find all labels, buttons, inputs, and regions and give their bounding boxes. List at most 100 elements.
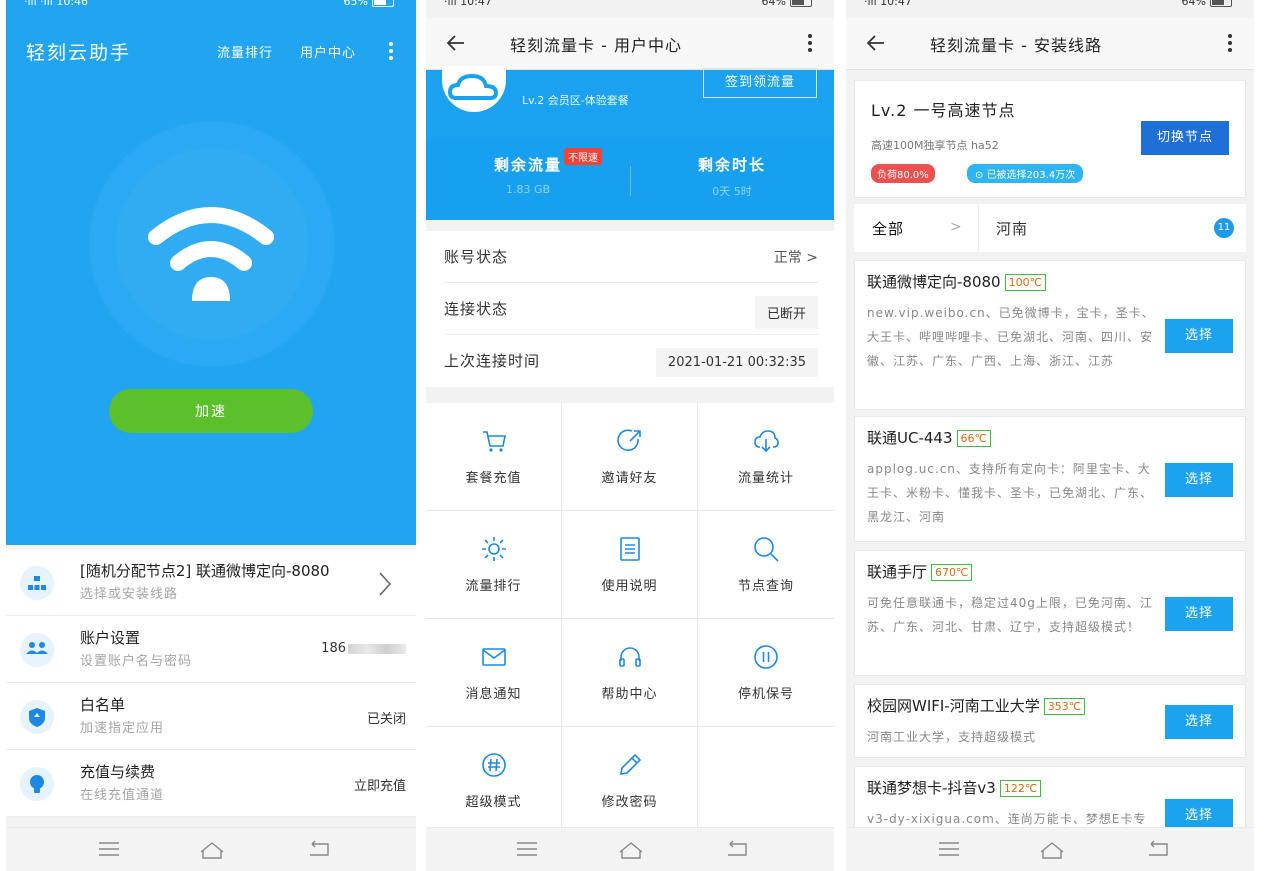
member-level: Lv.2 会员区-体验套餐 — [522, 94, 629, 107]
cloud-icon — [447, 73, 499, 100]
account-info-list: 账号状态 正常 > 连接状态 已断开 上次连接时间 2021-01-21 00:… — [426, 231, 834, 387]
back-nav-icon[interactable] — [1147, 840, 1169, 858]
node-title: Lv.2 一号高速节点 — [871, 101, 1016, 120]
grid-package-recharge[interactable]: 套餐充值 — [426, 403, 562, 511]
select-route-button[interactable]: 选择 — [1165, 463, 1233, 497]
grid-empty — [698, 727, 834, 829]
selected-count-text: 已被选择203.4万次 — [986, 170, 1076, 181]
traffic-rank-link[interactable]: 流量排行 — [217, 42, 273, 61]
route-name: 校园网WIFI-河南工业大学 353℃ — [867, 695, 1086, 716]
battery-icon — [790, 0, 812, 7]
filter-all[interactable]: 全部 — [872, 218, 904, 239]
account-status-label: 账号状态 — [444, 248, 509, 266]
grid-messages[interactable]: 消息通知 — [426, 619, 562, 727]
recharge-title: 充值与续费 — [80, 763, 156, 781]
share-arrow-icon — [617, 429, 641, 451]
select-route-button[interactable]: 选择 — [1165, 705, 1233, 739]
route-description: v3-dy-xixigua.com、连尚万能卡、梦想E卡专 — [867, 812, 1147, 826]
more-menu-icon[interactable] — [389, 42, 393, 63]
whitelist-item[interactable]: 白名单 加速指定应用 已关闭 — [6, 683, 416, 750]
menu-icon[interactable] — [98, 840, 120, 858]
node-subtitle: 高速100M独享节点 ha52 — [871, 139, 999, 152]
home-icon[interactable] — [618, 840, 644, 860]
battery-percent: 64% — [1181, 0, 1206, 8]
sign-in-button[interactable]: 签到领流量 — [703, 68, 817, 98]
remaining-time-label: 剩余时长 — [697, 156, 766, 174]
pencil-icon — [620, 753, 642, 775]
hashtag-icon — [482, 753, 506, 777]
account-status-row[interactable]: 账号状态 正常 > — [444, 231, 818, 283]
grid-suspend-keep-number[interactable]: 停机保号 — [698, 619, 834, 727]
connection-status-label: 连接状态 — [444, 300, 509, 318]
filter-province[interactable]: 河南 — [996, 218, 1028, 239]
recharge-item[interactable]: 充值与续费 在线充值通道 立即充值 — [6, 750, 416, 817]
route-select-item[interactable]: [随机分配节点2] 联通微博定向-8080 选择或安装线路 — [6, 549, 416, 616]
grid-node-query[interactable]: 节点查询 — [698, 511, 834, 619]
app-title: 轻刻云助手 — [26, 42, 132, 64]
route-name-text: 联通梦想卡-抖音v3 — [867, 779, 996, 797]
status-bar: ·ııl 10:47 64% — [846, 0, 1254, 18]
menu-icon[interactable] — [938, 840, 960, 858]
more-menu-icon[interactable] — [1228, 34, 1232, 55]
grid-help-center[interactable]: 帮助中心 — [562, 619, 698, 727]
grid-label: 节点查询 — [737, 579, 794, 594]
page-title: 轻刻流量卡 - 安装线路 — [930, 36, 1102, 55]
grid-label: 消息通知 — [465, 687, 522, 702]
grid-super-mode[interactable]: 超级模式 — [426, 727, 562, 829]
temperature-badge: 100℃ — [1004, 274, 1046, 291]
select-route-button[interactable]: 选择 — [1165, 319, 1233, 353]
route-name: 联通微博定向-8080 100℃ — [867, 271, 1046, 292]
grid-change-password[interactable]: 修改密码 — [562, 727, 698, 829]
wifi-icon — [148, 207, 274, 301]
connection-status-value: 已断开 — [754, 296, 818, 329]
home-icon[interactable] — [199, 840, 225, 860]
pause-icon — [754, 645, 778, 669]
home-menu-list: [随机分配节点2] 联通微博定向-8080 选择或安装线路 账户设置 设置账户名… — [6, 549, 416, 817]
function-grid: 套餐充值 邀请好友 流量统计 流量排行 使用说明 节点查询 消息通知 帮助中心 — [426, 403, 834, 829]
last-connection-value: 2021-01-21 00:32:35 — [655, 348, 818, 377]
lightbulb-icon — [20, 767, 54, 801]
user-center-screen: ·ııl 10:47 64% 轻刻流量卡 - 用户中心 Lv.2 会员区-体验套… — [426, 0, 834, 871]
shield-icon — [20, 700, 54, 734]
filter-bar: 全部 > 河南 11 — [854, 204, 1246, 252]
user-center-link[interactable]: 用户中心 — [300, 42, 356, 61]
current-node-card: Lv.2 一号高速节点 高速100M独享节点 ha52 切换节点 负荷80.0%… — [854, 80, 1246, 198]
route-title: [随机分配节点2] 联通微博定向-8080 — [80, 562, 330, 580]
route-description: 可免任意联通卡，稳定过40g上限，已免河南、江苏、广东、河北、甘肃、辽宁，支持超… — [867, 596, 1153, 634]
status-bar: ·ııl ·ııl 10:46 65% — [6, 0, 416, 18]
battery-percent: 64% — [761, 0, 786, 8]
grid-label: 流量统计 — [737, 471, 794, 486]
more-menu-icon[interactable] — [808, 34, 812, 55]
grid-label: 邀请好友 — [601, 471, 658, 486]
selected-count-badge: ⊙ 已被选择203.4万次 — [967, 164, 1084, 183]
back-nav-icon[interactable] — [726, 840, 748, 858]
switch-node-button[interactable]: 切换节点 — [1141, 121, 1229, 155]
grid-traffic-rank[interactable]: 流量排行 — [426, 511, 562, 619]
recharge-subtitle: 在线充值通道 — [80, 788, 165, 803]
home-icon[interactable] — [1039, 840, 1065, 860]
menu-icon[interactable] — [516, 840, 538, 858]
status-time: ·ııl 10:47 — [444, 0, 492, 8]
whitelist-subtitle: 加速指定应用 — [80, 721, 165, 736]
status-time: ·ııl ·ııl 10:46 — [24, 0, 89, 8]
system-nav-bar — [426, 827, 834, 871]
account-status-value: 正常 > — [773, 250, 818, 266]
back-nav-icon[interactable] — [308, 840, 330, 858]
speed-up-button[interactable]: 加速 — [109, 389, 313, 433]
back-arrow-icon[interactable] — [446, 33, 466, 53]
profile-card: Lv.2 会员区-体验套餐 签到领流量 剩余流量 1.83 GB 不限速 剩余时… — [426, 66, 834, 220]
hero-area: ·ııl ·ııl 10:46 65% 轻刻云助手 流量排行 用户中心 加速 — [6, 0, 416, 545]
status-indicators: 64% — [1182, 0, 1232, 8]
grid-traffic-stats[interactable]: 流量统计 — [698, 403, 834, 511]
account-settings-item[interactable]: 账户设置 设置账户名与密码 186 — [6, 616, 416, 683]
select-route-button[interactable]: 选择 — [1165, 597, 1233, 631]
route-description: new.vip.weibo.cn、已免微博卡，宝卡，圣卡、大王卡、哔哩哔哩卡、已… — [867, 306, 1155, 368]
route-card: 联通UC-443 66℃ applog.uc.cn、支持所有定向卡：阿里宝卡、大王… — [854, 416, 1246, 542]
load-badge: 负荷80.0% — [871, 164, 935, 183]
back-arrow-icon[interactable] — [866, 33, 886, 53]
check-circle-icon: ⊙ — [975, 170, 987, 181]
route-count-badge: 11 — [1214, 218, 1234, 238]
grid-invite-friends[interactable]: 邀请好友 — [562, 403, 698, 511]
cart-icon — [483, 431, 506, 452]
grid-user-guide[interactable]: 使用说明 — [562, 511, 698, 619]
